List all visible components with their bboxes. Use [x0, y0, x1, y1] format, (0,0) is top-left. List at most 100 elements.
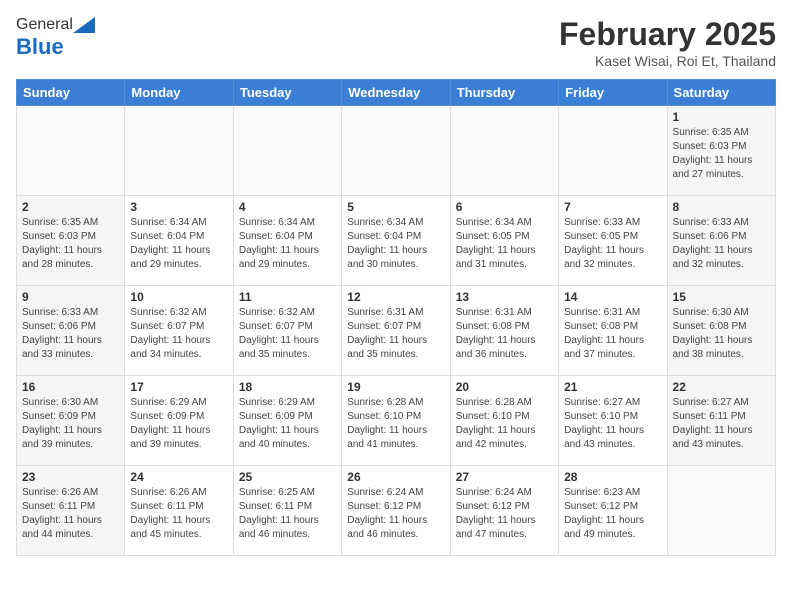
calendar-cell: 8 Sunrise: 6:33 AM Sunset: 6:06 PM Daylig…	[667, 196, 775, 286]
day-number: 7	[564, 200, 661, 214]
calendar-cell	[667, 466, 775, 556]
calendar-cell: 17 Sunrise: 6:29 AM Sunset: 6:09 PM Dayli…	[125, 376, 233, 466]
calendar-cell: 6 Sunrise: 6:34 AM Sunset: 6:05 PM Daylig…	[450, 196, 558, 286]
day-info: Sunrise: 6:33 AM Sunset: 6:06 PM Dayligh…	[673, 216, 770, 272]
day-number: 5	[347, 200, 444, 214]
day-info: Sunrise: 6:33 AM Sunset: 6:05 PM Dayligh…	[564, 216, 661, 272]
day-info: Sunrise: 6:33 AM Sunset: 6:06 PM Dayligh…	[22, 306, 119, 362]
logo-icon	[73, 17, 95, 33]
day-number: 28	[564, 470, 661, 484]
calendar-cell: 13 Sunrise: 6:31 AM Sunset: 6:08 PM Dayli…	[450, 286, 558, 376]
calendar-cell: 27 Sunrise: 6:24 AM Sunset: 6:12 PM Dayli…	[450, 466, 558, 556]
weekday-header: Wednesday	[342, 80, 450, 106]
day-info: Sunrise: 6:35 AM Sunset: 6:03 PM Dayligh…	[22, 216, 119, 272]
day-number: 27	[456, 470, 553, 484]
day-info: Sunrise: 6:26 AM Sunset: 6:11 PM Dayligh…	[130, 486, 227, 542]
day-info: Sunrise: 6:29 AM Sunset: 6:09 PM Dayligh…	[130, 396, 227, 452]
day-number: 23	[22, 470, 119, 484]
day-info: Sunrise: 6:34 AM Sunset: 6:04 PM Dayligh…	[239, 216, 336, 272]
day-info: Sunrise: 6:34 AM Sunset: 6:04 PM Dayligh…	[347, 216, 444, 272]
calendar-header-row: SundayMondayTuesdayWednesdayThursdayFrid…	[17, 80, 776, 106]
day-number: 19	[347, 380, 444, 394]
calendar-week-row: 23 Sunrise: 6:26 AM Sunset: 6:11 PM Dayli…	[17, 466, 776, 556]
day-info: Sunrise: 6:29 AM Sunset: 6:09 PM Dayligh…	[239, 396, 336, 452]
title-block: February 2025 Kaset Wisai, Roi Et, Thail…	[559, 16, 776, 69]
page-header: General Blue February 2025 Kaset Wisai, …	[16, 16, 776, 69]
day-info: Sunrise: 6:31 AM Sunset: 6:08 PM Dayligh…	[564, 306, 661, 362]
day-number: 2	[22, 200, 119, 214]
calendar-cell: 9Sunrise: 6:33 AM Sunset: 6:06 PM Daylig…	[17, 286, 125, 376]
calendar-cell: 24 Sunrise: 6:26 AM Sunset: 6:11 PM Dayli…	[125, 466, 233, 556]
calendar-table: SundayMondayTuesdayWednesdayThursdayFrid…	[16, 79, 776, 556]
logo-blue-text: Blue	[16, 34, 64, 60]
logo-general-text: General	[16, 16, 73, 34]
calendar-cell: 4 Sunrise: 6:34 AM Sunset: 6:04 PM Daylig…	[233, 196, 341, 286]
calendar-cell: 7 Sunrise: 6:33 AM Sunset: 6:05 PM Daylig…	[559, 196, 667, 286]
weekday-header: Thursday	[450, 80, 558, 106]
day-info: Sunrise: 6:27 AM Sunset: 6:10 PM Dayligh…	[564, 396, 661, 452]
weekday-header: Monday	[125, 80, 233, 106]
day-info: Sunrise: 6:34 AM Sunset: 6:04 PM Dayligh…	[130, 216, 227, 272]
day-info: Sunrise: 6:27 AM Sunset: 6:11 PM Dayligh…	[673, 396, 770, 452]
day-info: Sunrise: 6:26 AM Sunset: 6:11 PM Dayligh…	[22, 486, 119, 542]
calendar-cell: 15 Sunrise: 6:30 AM Sunset: 6:08 PM Dayli…	[667, 286, 775, 376]
day-info: Sunrise: 6:24 AM Sunset: 6:12 PM Dayligh…	[347, 486, 444, 542]
day-number: 25	[239, 470, 336, 484]
calendar-cell	[17, 106, 125, 196]
calendar-cell	[233, 106, 341, 196]
day-number: 12	[347, 290, 444, 304]
day-number: 10	[130, 290, 227, 304]
day-number: 20	[456, 380, 553, 394]
calendar-week-row: 9Sunrise: 6:33 AM Sunset: 6:06 PM Daylig…	[17, 286, 776, 376]
weekday-header: Saturday	[667, 80, 775, 106]
day-number: 18	[239, 380, 336, 394]
day-info: Sunrise: 6:32 AM Sunset: 6:07 PM Dayligh…	[239, 306, 336, 362]
day-info: Sunrise: 6:28 AM Sunset: 6:10 PM Dayligh…	[456, 396, 553, 452]
calendar-week-row: 1Sunrise: 6:35 AM Sunset: 6:03 PM Daylig…	[17, 106, 776, 196]
calendar-cell	[450, 106, 558, 196]
calendar-cell: 1Sunrise: 6:35 AM Sunset: 6:03 PM Daylig…	[667, 106, 775, 196]
day-info: Sunrise: 6:31 AM Sunset: 6:07 PM Dayligh…	[347, 306, 444, 362]
calendar-cell: 23 Sunrise: 6:26 AM Sunset: 6:11 PM Dayli…	[17, 466, 125, 556]
day-info: Sunrise: 6:23 AM Sunset: 6:12 PM Dayligh…	[564, 486, 661, 542]
calendar-cell: 14Sunrise: 6:31 AM Sunset: 6:08 PM Dayli…	[559, 286, 667, 376]
day-number: 24	[130, 470, 227, 484]
weekday-header: Sunday	[17, 80, 125, 106]
day-number: 1	[673, 110, 770, 124]
calendar-cell: 22 Sunrise: 6:27 AM Sunset: 6:11 PM Dayli…	[667, 376, 775, 466]
calendar-cell	[125, 106, 233, 196]
day-number: 4	[239, 200, 336, 214]
calendar-cell: 12 Sunrise: 6:31 AM Sunset: 6:07 PM Dayli…	[342, 286, 450, 376]
calendar-cell: 25 Sunrise: 6:25 AM Sunset: 6:11 PM Dayli…	[233, 466, 341, 556]
calendar-cell: 20 Sunrise: 6:28 AM Sunset: 6:10 PM Dayli…	[450, 376, 558, 466]
day-info: Sunrise: 6:25 AM Sunset: 6:11 PM Dayligh…	[239, 486, 336, 542]
calendar-cell	[559, 106, 667, 196]
day-number: 26	[347, 470, 444, 484]
day-number: 17	[130, 380, 227, 394]
calendar-cell: 2 Sunrise: 6:35 AM Sunset: 6:03 PM Daylig…	[17, 196, 125, 286]
day-info: Sunrise: 6:31 AM Sunset: 6:08 PM Dayligh…	[456, 306, 553, 362]
day-number: 22	[673, 380, 770, 394]
day-info: Sunrise: 6:28 AM Sunset: 6:10 PM Dayligh…	[347, 396, 444, 452]
day-info: Sunrise: 6:34 AM Sunset: 6:05 PM Dayligh…	[456, 216, 553, 272]
day-number: 3	[130, 200, 227, 214]
weekday-header: Tuesday	[233, 80, 341, 106]
month-title: February 2025	[559, 16, 776, 53]
calendar-week-row: 2 Sunrise: 6:35 AM Sunset: 6:03 PM Daylig…	[17, 196, 776, 286]
calendar-cell	[342, 106, 450, 196]
day-number: 8	[673, 200, 770, 214]
calendar-cell: 10 Sunrise: 6:32 AM Sunset: 6:07 PM Dayli…	[125, 286, 233, 376]
day-info: Sunrise: 6:24 AM Sunset: 6:12 PM Dayligh…	[456, 486, 553, 542]
day-info: Sunrise: 6:30 AM Sunset: 6:08 PM Dayligh…	[673, 306, 770, 362]
calendar-cell: 28 Sunrise: 6:23 AM Sunset: 6:12 PM Dayli…	[559, 466, 667, 556]
day-number: 13	[456, 290, 553, 304]
calendar-cell: 21Sunrise: 6:27 AM Sunset: 6:10 PM Dayli…	[559, 376, 667, 466]
day-number: 6	[456, 200, 553, 214]
calendar-cell: 11Sunrise: 6:32 AM Sunset: 6:07 PM Dayli…	[233, 286, 341, 376]
calendar-cell: 16Sunrise: 6:30 AM Sunset: 6:09 PM Dayli…	[17, 376, 125, 466]
day-number: 15	[673, 290, 770, 304]
calendar-cell: 18 Sunrise: 6:29 AM Sunset: 6:09 PM Dayli…	[233, 376, 341, 466]
day-info: Sunrise: 6:32 AM Sunset: 6:07 PM Dayligh…	[130, 306, 227, 362]
calendar-cell: 26 Sunrise: 6:24 AM Sunset: 6:12 PM Dayli…	[342, 466, 450, 556]
calendar-cell: 3 Sunrise: 6:34 AM Sunset: 6:04 PM Daylig…	[125, 196, 233, 286]
